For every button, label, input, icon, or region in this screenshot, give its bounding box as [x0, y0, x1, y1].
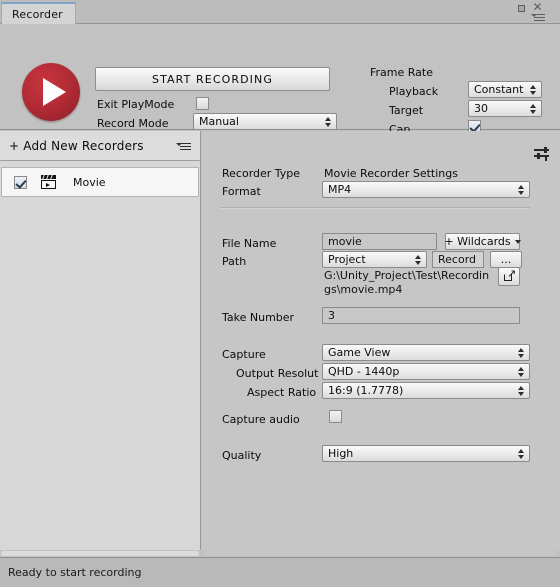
aspect-ratio-value: 16:9 (1.7778) — [328, 384, 404, 397]
record-mode-dropdown[interactable]: Manual — [193, 113, 337, 130]
file-name-value: movie — [328, 235, 362, 248]
playback-value: Constant — [474, 83, 524, 96]
browse-path-button[interactable]: ... — [490, 251, 522, 268]
status-bar: Ready to start recording — [0, 557, 560, 587]
resolved-path-text: G:\Unity_Project\Test\Recordings\movie.m… — [324, 269, 490, 296]
recorder-type-value: Movie Recorder Settings — [324, 167, 458, 180]
chevron-updown-icon — [518, 366, 525, 377]
playback-dropdown[interactable]: Constant — [468, 81, 542, 98]
chevron-updown-icon — [518, 448, 525, 459]
window-controls: ✕ — [514, 1, 556, 23]
list-item-label: Movie — [73, 175, 106, 189]
format-dropdown[interactable]: MP4 — [322, 181, 530, 198]
caret-down-icon — [514, 239, 521, 244]
record-mode-value: Manual — [199, 115, 239, 128]
hamburger-menu-icon[interactable] — [531, 13, 545, 22]
exit-playmode-checkbox[interactable] — [196, 97, 209, 110]
wildcards-label: + Wildcards — [444, 235, 511, 248]
path-folder-input[interactable]: Record — [432, 251, 484, 268]
presets-sliders-icon[interactable] — [534, 147, 549, 161]
target-framerate-dropdown[interactable]: 30 — [468, 100, 542, 117]
capture-audio-checkbox[interactable] — [329, 410, 342, 423]
format-label: Format — [222, 185, 261, 198]
recording-control-panel: START RECORDING Exit PlayMode Record Mod… — [0, 24, 560, 136]
target-label: Target — [389, 104, 424, 117]
tab-recorder-label: Recorder — [12, 7, 63, 21]
quality-value: High — [328, 447, 354, 460]
output-resolution-value: QHD - 1440p — [328, 365, 400, 378]
aspect-ratio-dropdown[interactable]: 16:9 (1.7778) — [322, 382, 530, 399]
recorder-type-label: Recorder Type — [222, 167, 301, 180]
recorder-enabled-checkbox[interactable] — [14, 175, 27, 189]
path-folder-value: Record — [438, 253, 477, 266]
add-new-recorders-label: + Add New Recorders — [9, 138, 144, 153]
scrollbar-thumb-left[interactable] — [1, 551, 199, 556]
chevron-updown-icon — [518, 184, 525, 195]
chevron-updown-icon — [518, 347, 525, 358]
horizontal-scrollbar[interactable] — [0, 550, 560, 557]
browse-label: ... — [500, 253, 512, 266]
output-resolution-label: Output Resolut — [236, 367, 319, 380]
window-tabbar: Recorder ✕ — [0, 0, 560, 24]
chevron-updown-icon — [530, 103, 537, 114]
chevron-updown-icon — [518, 385, 525, 396]
quality-dropdown[interactable]: High — [322, 445, 530, 462]
settings-separator — [220, 207, 530, 209]
path-source-dropdown[interactable]: Project — [322, 251, 427, 268]
capture-label: Capture — [222, 348, 266, 361]
clapperboard-icon — [41, 175, 58, 189]
exit-playmode-label: Exit PlayMode — [97, 98, 175, 111]
list-item[interactable]: Movie — [1, 167, 199, 197]
file-name-input[interactable]: movie — [322, 233, 437, 250]
start-recording-button[interactable]: START RECORDING — [95, 67, 330, 91]
chevron-updown-icon — [325, 116, 332, 127]
close-icon[interactable]: ✕ — [532, 1, 543, 13]
capture-source-value: Game View — [328, 346, 391, 359]
quality-label: Quality — [222, 449, 262, 462]
target-framerate-value: 30 — [474, 102, 488, 115]
wildcards-button[interactable]: + Wildcards — [444, 233, 521, 250]
external-link-icon[interactable] — [498, 267, 520, 286]
path-source-value: Project — [328, 253, 366, 266]
scrollbar-thumb-right[interactable] — [205, 551, 555, 556]
path-label: Path — [222, 255, 247, 268]
take-number-value: 3 — [328, 309, 335, 322]
add-new-recorders-button[interactable]: + Add New Recorders — [0, 131, 200, 161]
take-number-label: Take Number — [222, 311, 295, 324]
recorder-window: Recorder ✕ START RECORDING Exit PlayMode… — [0, 0, 560, 587]
playback-label: Playback — [389, 85, 439, 98]
chevron-updown-icon — [530, 84, 537, 95]
recorder-settings-pane: Recorder Type Movie Recorder Settings Fo… — [202, 131, 560, 556]
capture-audio-label: Capture audio — [222, 413, 300, 426]
file-name-label: File Name — [222, 237, 277, 250]
start-recording-label: START RECORDING — [152, 72, 273, 86]
record-mode-label: Record Mode — [97, 117, 169, 130]
format-value: MP4 — [328, 183, 352, 196]
status-message: Ready to start recording — [8, 566, 142, 579]
maximize-icon[interactable] — [516, 3, 527, 14]
frame-rate-title: Frame Rate — [370, 66, 433, 79]
options-menu-icon[interactable] — [176, 142, 191, 152]
tab-recorder[interactable]: Recorder — [1, 2, 76, 24]
record-toggle-button[interactable] — [22, 63, 80, 121]
chevron-updown-icon — [415, 254, 422, 265]
take-number-input[interactable]: 3 — [322, 307, 520, 324]
recorders-list-pane: + Add New Recorders Movie — [0, 131, 201, 556]
aspect-ratio-label: Aspect Ratio — [247, 386, 317, 399]
output-resolution-dropdown[interactable]: QHD - 1440p — [322, 363, 530, 380]
capture-source-dropdown[interactable]: Game View — [322, 344, 530, 361]
